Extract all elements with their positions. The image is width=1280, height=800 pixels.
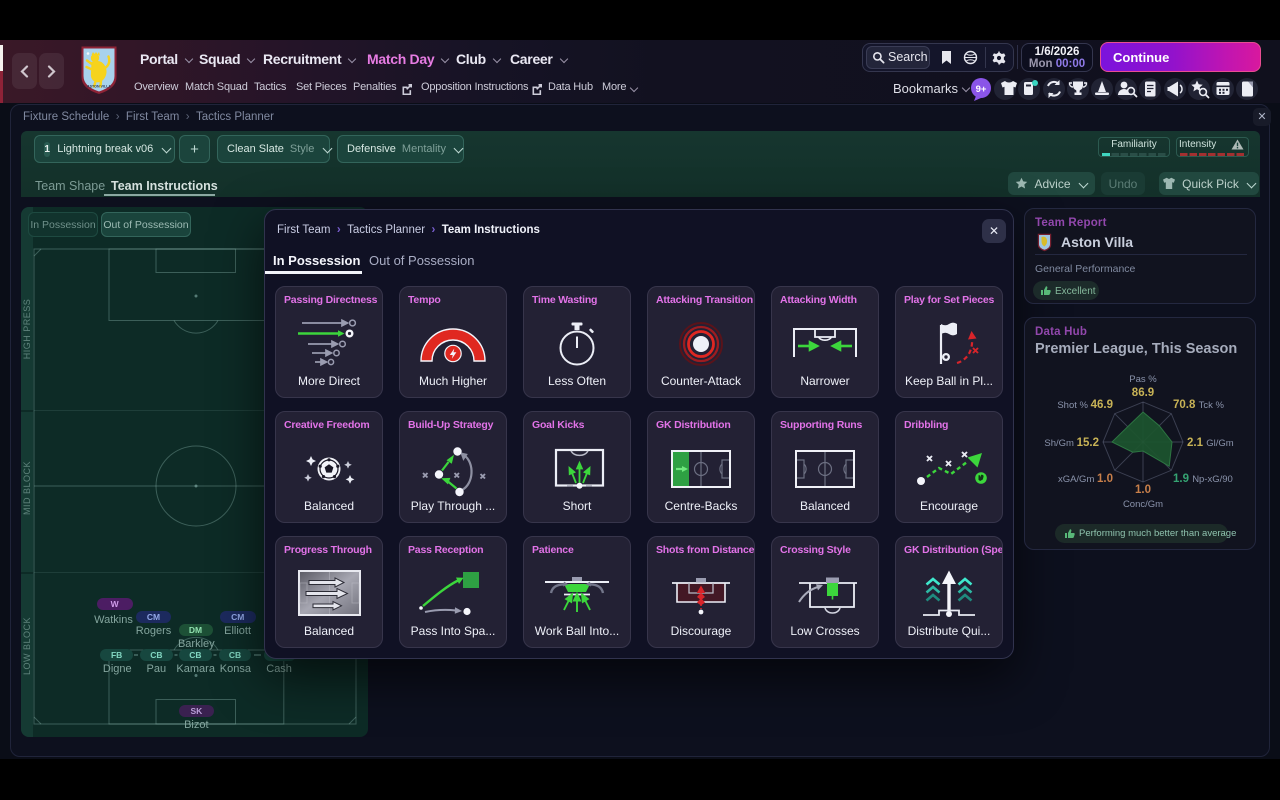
svg-text:xGA/Gm 1.0: xGA/Gm 1.0 — [1058, 473, 1113, 485]
svg-text:86.9: 86.9 — [1132, 387, 1154, 399]
svg-text:Sh/Gm 15.2: Sh/Gm 15.2 — [1044, 437, 1099, 449]
svg-text:Conc/Gm: Conc/Gm — [1123, 499, 1163, 510]
svg-text:ASTON VILLA: ASTON VILLA — [87, 85, 111, 89]
svg-text:9+: 9+ — [976, 84, 987, 95]
svg-text:1.9 Np-xG/90: 1.9 Np-xG/90 — [1173, 473, 1233, 485]
svg-text:Shot % 46.9: Shot % 46.9 — [1057, 399, 1113, 411]
svg-text:70.8 Tck %: 70.8 Tck % — [1173, 399, 1224, 411]
svg-text:Pas %: Pas % — [1129, 374, 1157, 385]
svg-text:2.1 Gl/Gm: 2.1 Gl/Gm — [1187, 437, 1234, 449]
svg-text:1.0: 1.0 — [1135, 484, 1151, 496]
